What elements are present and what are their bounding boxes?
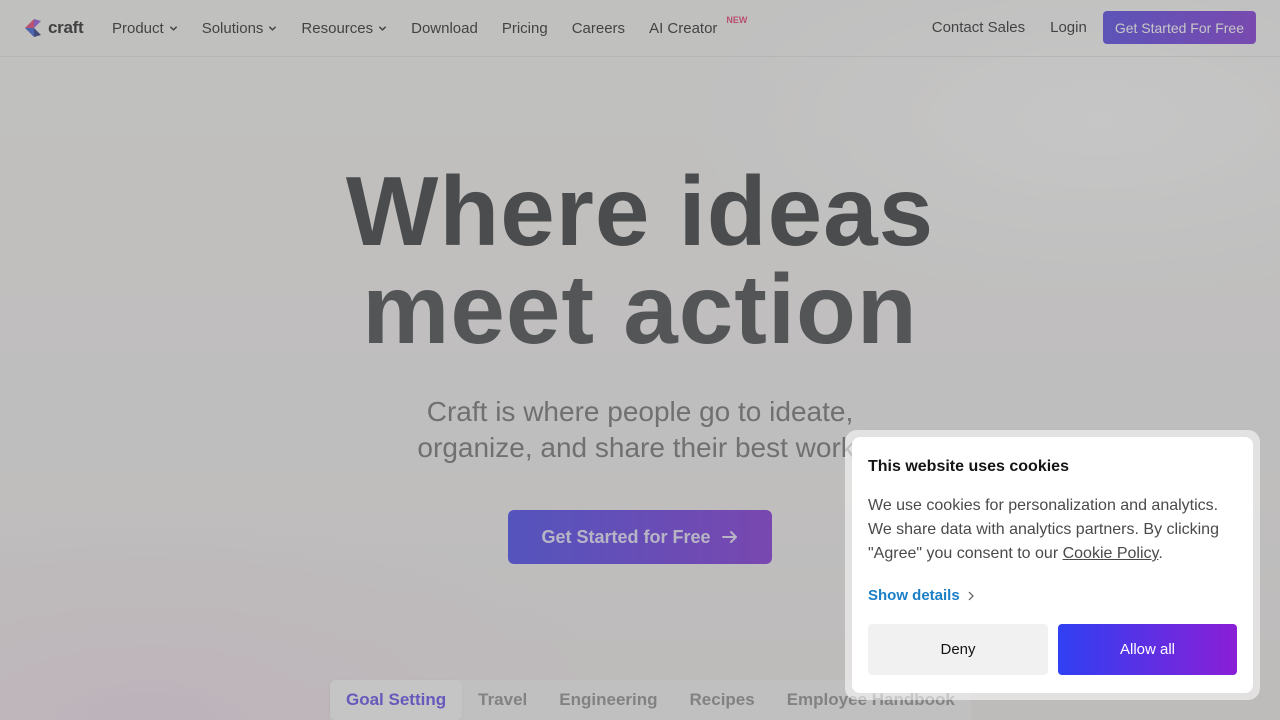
cookie-body-end: . [1158, 545, 1163, 562]
cookie-body-text: We use cookies for personalization and a… [868, 497, 1219, 562]
cookie-body: We use cookies for personalization and a… [868, 494, 1240, 566]
allow-all-button[interactable]: Allow all [1058, 624, 1237, 675]
cookie-policy-link[interactable]: Cookie Policy [1063, 545, 1159, 562]
deny-button[interactable]: Deny [868, 624, 1048, 675]
show-details-label: Show details [868, 587, 960, 604]
cookie-dialog: This website uses cookies We use cookies… [852, 437, 1253, 693]
cookie-title: This website uses cookies [868, 458, 1069, 475]
chevron-right-icon [968, 591, 974, 600]
show-details-link[interactable]: Show details [868, 587, 976, 604]
